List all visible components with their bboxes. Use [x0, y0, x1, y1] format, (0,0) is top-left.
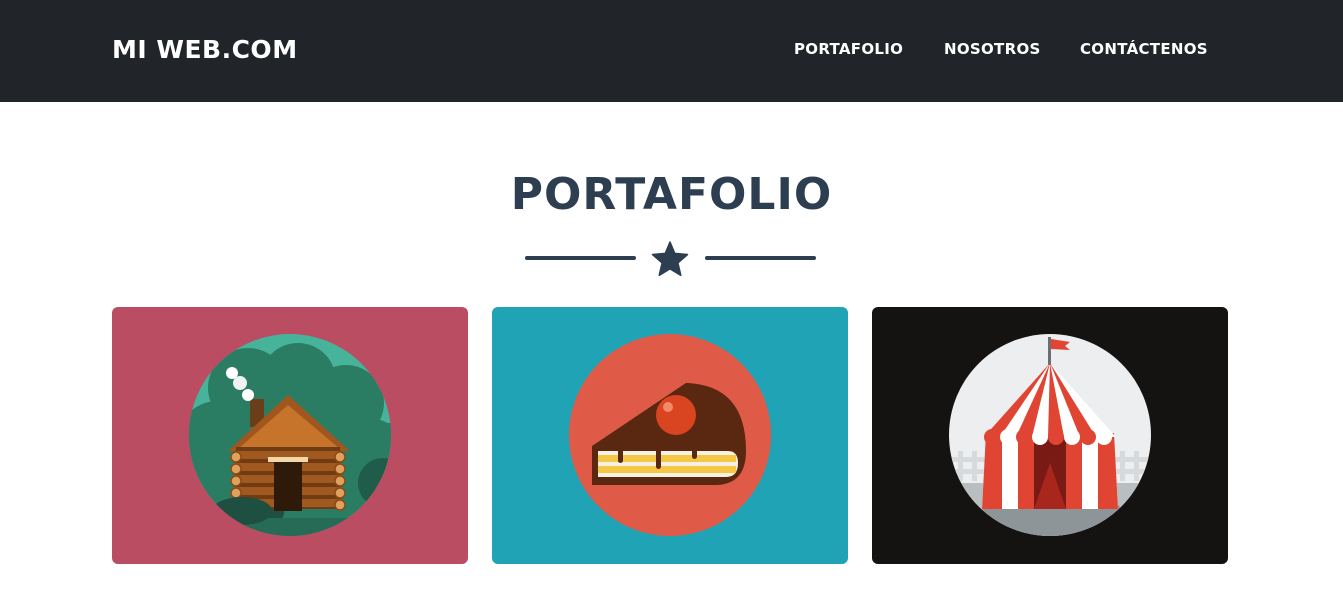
portfolio-item-cabin[interactable] [112, 307, 468, 564]
cake-slice-icon [569, 334, 771, 536]
log-cabin-icon [189, 334, 391, 536]
portfolio-item-circus[interactable] [872, 307, 1228, 564]
nav-link-nosotros[interactable]: NOSOTROS [944, 38, 1041, 60]
nav-link-portafolio[interactable]: PORTAFOLIO [794, 38, 903, 60]
navbar: MI WEB.COM PORTAFOLIO NOSOTROS CONTÁCTEN… [0, 0, 1343, 102]
section-title: PORTAFOLIO [510, 169, 833, 220]
portfolio-item-cake[interactable] [492, 307, 848, 564]
star-icon [651, 241, 689, 277]
circus-tent-icon [949, 334, 1151, 536]
divider-line-right [705, 256, 816, 260]
nav-link-contactenos[interactable]: CONTÁCTENOS [1080, 38, 1208, 60]
divider-line-left [525, 256, 636, 260]
brand-logo-link[interactable]: MI WEB.COM [112, 34, 298, 66]
